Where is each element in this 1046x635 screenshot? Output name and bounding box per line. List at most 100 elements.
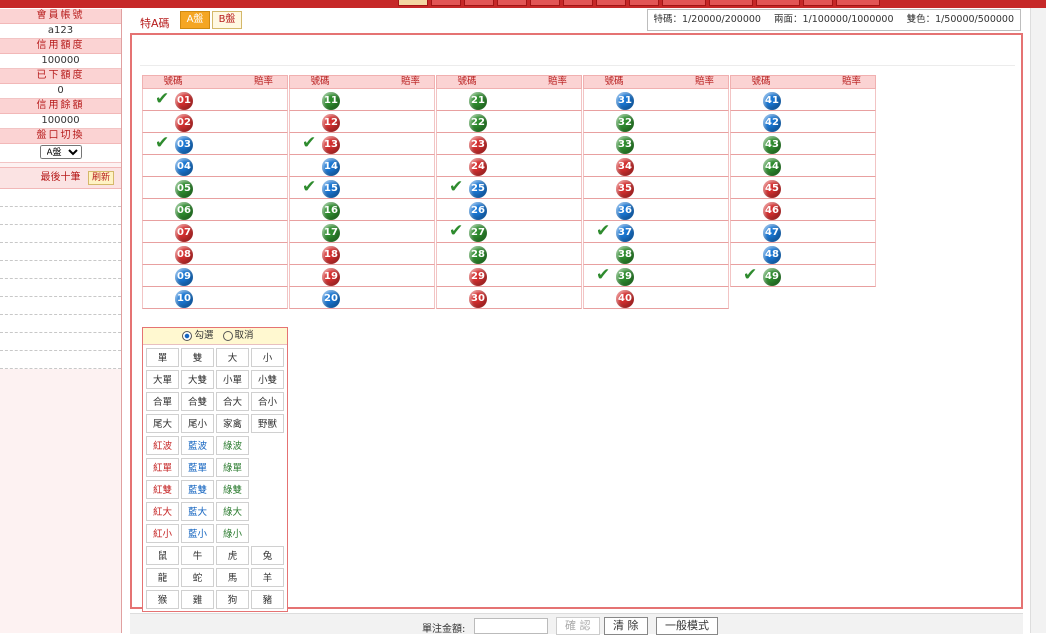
top-nav-item[interactable] — [431, 0, 461, 6]
quick-select-button[interactable]: 紅大 — [146, 502, 179, 521]
top-nav-item[interactable] — [398, 0, 428, 6]
quick-select-button[interactable]: 合小 — [251, 392, 284, 411]
number-cell[interactable]: 35 — [583, 177, 729, 199]
number-ball[interactable]: 35 — [616, 180, 634, 198]
number-cell[interactable]: ✔ 37 — [583, 221, 729, 243]
quick-select-button[interactable]: 家禽 — [216, 414, 249, 433]
quick-select-button[interactable]: 小單 — [216, 370, 249, 389]
number-cell[interactable]: 07 — [142, 221, 288, 243]
number-ball[interactable]: 26 — [469, 202, 487, 220]
number-cell[interactable]: 29 — [436, 265, 582, 287]
number-cell[interactable]: ✔ 13 — [289, 133, 435, 155]
quick-select-button[interactable]: 雞 — [181, 590, 214, 609]
quick-select-button[interactable]: 紅波 — [146, 436, 179, 455]
number-cell[interactable]: 06 — [142, 199, 288, 221]
number-cell[interactable]: 19 — [289, 265, 435, 287]
quick-select-button[interactable]: 藍大 — [181, 502, 214, 521]
number-ball[interactable]: 14 — [322, 158, 340, 176]
number-ball[interactable]: 32 — [616, 114, 634, 132]
quick-select-button[interactable]: 紅雙 — [146, 480, 179, 499]
quick-select-button[interactable]: 紅單 — [146, 458, 179, 477]
quick-select-button[interactable]: 合大 — [216, 392, 249, 411]
quick-select-button[interactable]: 龍 — [146, 568, 179, 587]
tab-a-market[interactable]: A盤 — [180, 11, 210, 29]
number-cell[interactable]: 22 — [436, 111, 582, 133]
number-ball[interactable]: 38 — [616, 246, 634, 264]
number-ball[interactable]: 16 — [322, 202, 340, 220]
select-radio[interactable] — [182, 330, 193, 341]
top-nav-item[interactable] — [563, 0, 593, 6]
number-ball[interactable]: 20 — [322, 290, 340, 308]
number-ball[interactable]: 21 — [469, 92, 487, 110]
quick-select-button[interactable]: 大單 — [146, 370, 179, 389]
quick-select-button[interactable]: 野獸 — [251, 414, 284, 433]
number-ball[interactable]: 47 — [763, 224, 781, 242]
number-cell[interactable]: ✔ 25 — [436, 177, 582, 199]
number-ball[interactable]: 28 — [469, 246, 487, 264]
number-cell[interactable]: ✔ 39 — [583, 265, 729, 287]
number-ball[interactable]: 45 — [763, 180, 781, 198]
top-nav-item[interactable] — [464, 0, 494, 6]
top-nav-item[interactable] — [803, 0, 833, 6]
number-ball[interactable]: 31 — [616, 92, 634, 110]
top-nav-item[interactable] — [662, 0, 706, 6]
number-ball[interactable]: 34 — [616, 158, 634, 176]
scrollbar[interactable] — [1030, 8, 1046, 633]
number-cell[interactable]: 08 — [142, 243, 288, 265]
quick-select-button[interactable]: 單 — [146, 348, 179, 367]
number-cell[interactable]: 20 — [289, 287, 435, 309]
quick-select-button[interactable]: 綠波 — [216, 436, 249, 455]
number-cell[interactable]: 30 — [436, 287, 582, 309]
tab-b-market[interactable]: B盤 — [212, 11, 242, 29]
number-ball[interactable]: 11 — [322, 92, 340, 110]
number-cell[interactable]: 21 — [436, 89, 582, 111]
number-ball[interactable]: 44 — [763, 158, 781, 176]
quick-select-button[interactable]: 紅小 — [146, 524, 179, 543]
number-ball[interactable]: 07 — [175, 224, 193, 242]
number-cell[interactable]: ✔ 27 — [436, 221, 582, 243]
quick-select-button[interactable]: 綠雙 — [216, 480, 249, 499]
number-ball[interactable]: 01 — [175, 92, 193, 110]
number-cell[interactable]: 23 — [436, 133, 582, 155]
number-cell[interactable]: 05 — [142, 177, 288, 199]
number-cell[interactable]: 11 — [289, 89, 435, 111]
quick-select-button[interactable]: 鼠 — [146, 546, 179, 565]
quick-select-button[interactable]: 羊 — [251, 568, 284, 587]
number-ball[interactable]: 04 — [175, 158, 193, 176]
quick-select-button[interactable]: 虎 — [216, 546, 249, 565]
number-cell[interactable]: 09 — [142, 265, 288, 287]
market-switch-select[interactable]: A盤 — [39, 145, 82, 159]
number-ball[interactable]: 18 — [322, 246, 340, 264]
number-ball[interactable]: 06 — [175, 202, 193, 220]
number-ball[interactable]: 22 — [469, 114, 487, 132]
number-cell[interactable]: 10 — [142, 287, 288, 309]
top-nav-item[interactable] — [836, 0, 880, 6]
number-cell[interactable]: 26 — [436, 199, 582, 221]
number-ball[interactable]: 10 — [175, 290, 193, 308]
number-ball[interactable]: 23 — [469, 136, 487, 154]
number-cell[interactable]: 02 — [142, 111, 288, 133]
number-cell[interactable]: 46 — [730, 199, 876, 221]
number-ball[interactable]: 41 — [763, 92, 781, 110]
quick-select-button[interactable]: 藍波 — [181, 436, 214, 455]
number-ball[interactable]: 29 — [469, 268, 487, 286]
quick-select-button[interactable]: 尾小 — [181, 414, 214, 433]
number-cell[interactable]: 28 — [436, 243, 582, 265]
number-cell[interactable]: 36 — [583, 199, 729, 221]
quick-select-button[interactable]: 尾大 — [146, 414, 179, 433]
number-ball[interactable]: 33 — [616, 136, 634, 154]
top-nav-item[interactable] — [596, 0, 626, 6]
number-ball[interactable]: 48 — [763, 246, 781, 264]
number-cell[interactable]: 41 — [730, 89, 876, 111]
general-mode-button[interactable]: 一般模式 — [656, 617, 718, 635]
quick-select-button[interactable]: 合雙 — [181, 392, 214, 411]
number-ball[interactable]: 09 — [175, 268, 193, 286]
number-ball[interactable]: 15 — [322, 180, 340, 198]
quick-select-button[interactable]: 馬 — [216, 568, 249, 587]
quick-select-button[interactable]: 狗 — [216, 590, 249, 609]
top-nav-item[interactable] — [530, 0, 560, 6]
number-cell[interactable]: 42 — [730, 111, 876, 133]
quick-select-button[interactable]: 藍單 — [181, 458, 214, 477]
top-nav-item[interactable] — [709, 0, 753, 6]
number-cell[interactable]: ✔ 03 — [142, 133, 288, 155]
